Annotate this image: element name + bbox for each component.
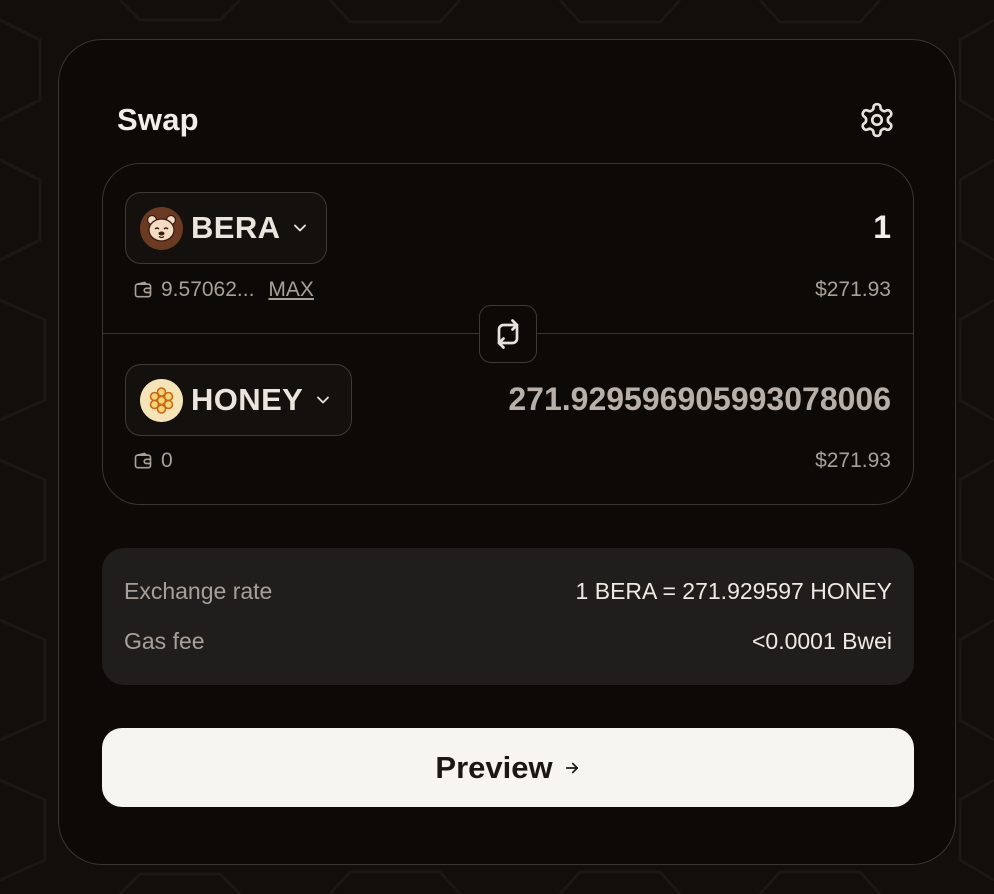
swap-card: Swap BERA 1 9.57062... MAX $271.93 HONEY… <box>58 39 956 865</box>
to-balance-value: 0 <box>161 449 173 472</box>
swap-title: Swap <box>117 102 199 137</box>
chevron-down-icon <box>290 218 310 238</box>
preview-button-label: Preview <box>435 749 553 785</box>
to-token-symbol: HONEY <box>191 382 304 417</box>
to-token-selector[interactable]: HONEY <box>125 364 352 436</box>
exchange-rate-label: Exchange rate <box>124 578 273 604</box>
bera-logo-icon <box>140 206 183 250</box>
gas-fee-label: Gas fee <box>124 628 205 654</box>
swap-details-panel: Exchange rate 1 BERA = 271.929597 HONEY … <box>102 548 914 685</box>
preview-button[interactable]: Preview <box>102 728 914 807</box>
to-balance-row: 0 <box>133 449 173 473</box>
from-balance-value: 9.57062... <box>161 278 255 301</box>
from-token-selector[interactable]: BERA <box>125 192 327 264</box>
gas-fee-value: <0.0001 Bwei <box>751 628 892 654</box>
gear-icon <box>861 102 893 138</box>
from-usd-value: $271.93 <box>815 278 891 301</box>
from-balance-row: 9.57062... MAX <box>133 278 314 302</box>
to-usd-value: $271.93 <box>815 449 891 472</box>
switch-tokens-button[interactable] <box>479 305 537 363</box>
from-token-symbol: BERA <box>191 210 281 245</box>
exchange-rate-value: 1 BERA = 271.929597 HONEY <box>575 578 892 604</box>
settings-button[interactable] <box>857 100 897 140</box>
swap-arrows-icon <box>497 319 519 349</box>
arrow-right-icon <box>563 759 581 777</box>
swap-panel: BERA 9.57062... MAX $271.93 <box>102 163 914 505</box>
honey-logo-icon <box>140 378 183 422</box>
wallet-icon <box>133 451 153 471</box>
from-amount-input[interactable] <box>411 209 891 246</box>
max-button[interactable]: MAX <box>268 278 314 302</box>
to-amount-input[interactable] <box>331 381 891 418</box>
wallet-icon <box>133 280 153 300</box>
